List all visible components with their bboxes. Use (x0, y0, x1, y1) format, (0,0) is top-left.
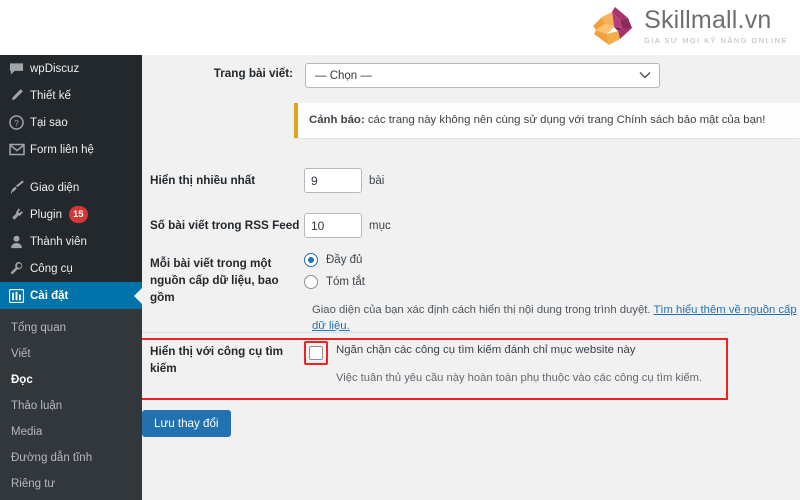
sidebar-item-form-lien-he[interactable]: Form liên hệ (0, 136, 142, 163)
feed-content-radio-group[interactable]: Đầy đủ Tóm tắt (304, 253, 365, 289)
search-visibility-row: Hiển thị với công cụ tìm kiếm Ngăn chặn … (142, 341, 782, 384)
wrench-icon (9, 260, 28, 278)
submenu-item-rieng-tu[interactable]: Riêng tư (0, 471, 142, 497)
wordpress-reading-settings-page: Skillmall.vn GIA SƯ MỌI KỸ NĂNG ONLINE w… (0, 0, 800, 500)
top-logo-bar: Skillmall.vn GIA SƯ MỌI KỸ NĂNG ONLINE (0, 0, 800, 55)
submenu-item-doc[interactable]: Đọc (0, 367, 142, 393)
feed-option-full[interactable]: Đầy đủ (304, 253, 365, 267)
svg-text:?: ? (14, 118, 19, 128)
plugin-update-badge: 15 (68, 206, 88, 223)
admin-sidebar[interactable]: wpDiscuz Thiết kế ? Tại sao Form liên hệ… (0, 55, 142, 500)
brand-name: Skillmall.vn (644, 5, 772, 34)
feed-content-label: Mỗi bài viết trong một nguồn cấp dữ liệu… (150, 257, 279, 304)
sidebar-item-cong-cu[interactable]: Công cụ (0, 255, 142, 282)
feed-option-excerpt[interactable]: Tóm tắt (304, 275, 365, 289)
sidebar-item-tai-sao[interactable]: ? Tại sao (0, 109, 142, 136)
posts-per-page-label: Hiển thị nhiều nhất (150, 174, 256, 187)
feed-help-text: Giao diện của bạn xác định cách hiển thị… (312, 303, 800, 335)
rss-items-input[interactable] (304, 213, 362, 238)
posts-page-select[interactable]: — Chọn — (305, 63, 660, 88)
notice-strong-label: Cảnh báo: (309, 113, 365, 126)
feed-option-full-label: Đầy đủ (326, 254, 363, 266)
sidebar-item-giao-dien[interactable]: Giao diện (0, 174, 142, 201)
search-visibility-help-text: Việc tuân thủ yêu cầu này hoàn toàn phụ … (336, 372, 703, 384)
chevron-down-icon (639, 70, 651, 82)
settings-sliders-icon (9, 287, 28, 305)
search-visibility-checkbox-line[interactable]: Ngăn chặn các công cụ tìm kiếm đánh chỉ … (304, 341, 702, 365)
sidebar-item-wpdiscuz[interactable]: wpDiscuz (0, 55, 142, 82)
save-changes-button[interactable]: Lưu thay đổi (142, 410, 231, 437)
user-icon (9, 233, 28, 251)
sidebar-divider (0, 163, 142, 174)
comment-bubble-icon (9, 60, 28, 78)
feed-help-sentence: Giao diện của bạn xác định cách hiển thị… (312, 304, 654, 316)
sidebar-item-label: Cài đặt (30, 289, 69, 302)
feed-content-row: Mỗi bài viết trong một nguồn cấp dữ liệu… (142, 253, 782, 307)
settings-form-area: Trang bài viết: — Chọn — Cảnh báo: các t… (142, 55, 800, 500)
question-circle-icon: ? (9, 114, 28, 132)
logo-text: Skillmall.vn GIA SƯ MỌI KỸ NĂNG ONLINE (644, 5, 788, 46)
discourage-search-engines-label: Ngăn chặn các công cụ tìm kiếm đánh chỉ … (336, 344, 636, 356)
checkbox-highlight-box (304, 341, 328, 365)
section-divider (142, 332, 728, 333)
rss-items-unit: mục (369, 219, 391, 232)
sidebar-item-label: Thiết kế (30, 89, 71, 102)
settings-submenu[interactable]: Tổng quan Viết Đọc Thảo luận Media Đường… (0, 309, 142, 500)
sidebar-item-thanh-vien[interactable]: Thành viên (0, 228, 142, 255)
submenu-item-tong-quan[interactable]: Tổng quan (0, 315, 142, 341)
posts-page-label: Trang bài viết: (213, 67, 293, 80)
posts-per-page-input[interactable] (304, 168, 362, 193)
posts-per-page-unit: bài (369, 174, 385, 187)
sidebar-item-label: wpDiscuz (30, 62, 80, 75)
radio-excerpt-indicator[interactable] (304, 275, 318, 289)
submenu-item-media[interactable]: Media (0, 419, 142, 445)
sidebar-item-cai-dat[interactable]: Cài đặt (0, 282, 142, 309)
plug-icon (9, 206, 28, 224)
submenu-item-duong-dan-tinh[interactable]: Đường dẫn tĩnh (0, 445, 142, 471)
sidebar-item-label: Form liên hệ (30, 143, 94, 156)
search-visibility-label: Hiển thị với công cụ tìm kiếm (150, 345, 283, 375)
posts-page-row: Trang bài viết: — Chọn — (175, 63, 790, 88)
submenu-item-viet[interactable]: Viết (0, 341, 142, 367)
submenu-item-thao-luan[interactable]: Thảo luận (0, 393, 142, 419)
sidebar-item-label: Công cụ (30, 262, 73, 275)
privacy-warning-notice: Cảnh báo: các trang này không nên cùng s… (294, 103, 800, 138)
sidebar-item-plugin[interactable]: Plugin 15 (0, 201, 142, 228)
diamond-chevron-logo-icon (589, 4, 635, 50)
sidebar-item-thiet-ke[interactable]: Thiết kế (0, 82, 142, 109)
sidebar-item-label: Thành viên (30, 235, 87, 248)
rss-items-label: Số bài viết trong RSS Feed (150, 219, 300, 232)
posts-page-selected-value: — Chọn — (315, 69, 372, 82)
rss-items-row: Số bài viết trong RSS Feed mục (142, 213, 742, 238)
pencil-icon (9, 87, 28, 105)
radio-full-indicator[interactable] (304, 253, 318, 267)
sidebar-item-label: Tại sao (30, 116, 68, 129)
posts-per-page-row: Hiển thị nhiều nhất bài (142, 168, 742, 193)
brand-tagline: GIA SƯ MỌI KỸ NĂNG ONLINE (644, 35, 788, 45)
sidebar-item-label: Plugin (30, 208, 62, 221)
paintbrush-icon (9, 179, 28, 197)
feed-option-excerpt-label: Tóm tắt (326, 276, 365, 288)
notice-text: các trang này không nên cùng sử dụng với… (364, 113, 766, 126)
discourage-search-engines-checkbox[interactable] (309, 346, 323, 360)
envelope-icon (9, 141, 28, 159)
sidebar-item-label: Giao diện (30, 181, 80, 194)
site-logo[interactable]: Skillmall.vn GIA SƯ MỌI KỸ NĂNG ONLINE (589, 4, 788, 50)
